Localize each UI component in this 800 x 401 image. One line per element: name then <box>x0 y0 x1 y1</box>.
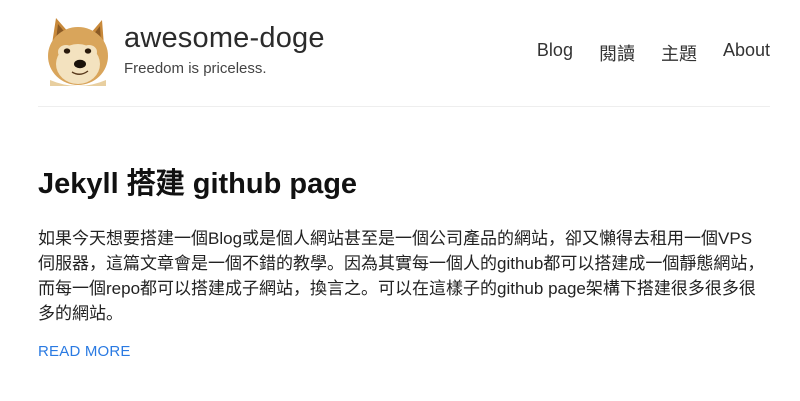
post-preview: Jekyll 搭建 github page 如果今天想要搭建一個Blog或是個人… <box>38 164 770 361</box>
doge-logo[interactable] <box>42 14 110 86</box>
site-header: awesome-doge Freedom is priceless. Blog … <box>38 0 770 107</box>
nav-item-reading[interactable]: 閱讀 <box>599 40 635 66</box>
main-nav: Blog 閱讀 主題 About <box>537 40 770 66</box>
nav-item-topics[interactable]: 主題 <box>661 40 697 66</box>
post-title[interactable]: Jekyll 搭建 github page <box>38 164 770 204</box>
site-title[interactable]: awesome-doge <box>124 22 325 55</box>
site-tagline: Freedom is priceless. <box>124 60 267 77</box>
nav-item-blog[interactable]: Blog <box>537 40 573 66</box>
nav-item-about[interactable]: About <box>723 40 770 66</box>
post-excerpt: 如果今天想要搭建一個Blog或是個人網站甚至是一個公司產品的網站，卻又懶得去租用… <box>38 229 765 323</box>
read-more-link[interactable]: READ MORE <box>38 343 131 360</box>
page: awesome-doge Freedom is priceless. Blog … <box>0 0 800 401</box>
